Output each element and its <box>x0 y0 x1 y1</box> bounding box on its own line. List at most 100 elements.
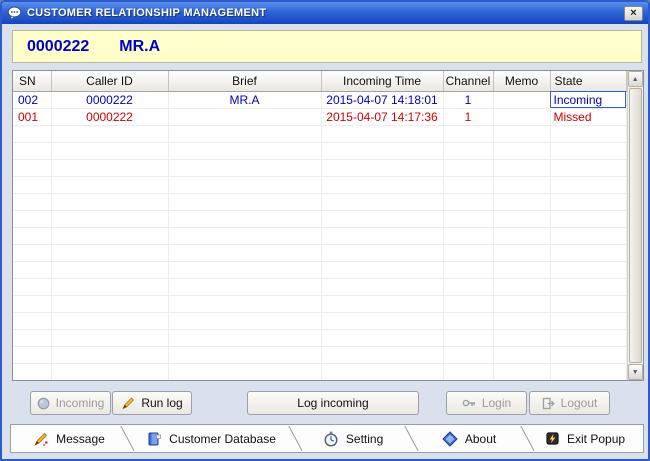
empty-cell <box>321 363 443 380</box>
empty-cell <box>321 159 443 176</box>
col-header-channel[interactable]: Channel <box>443 71 493 91</box>
empty-cell <box>321 329 443 346</box>
empty-cell <box>13 278 51 295</box>
empty-cell <box>443 210 493 227</box>
empty-row <box>13 227 626 244</box>
table-cell[interactable]: 2015-04-07 14:17:36 <box>321 108 443 125</box>
empty-cell <box>550 176 626 193</box>
run-log-button[interactable]: Run log <box>112 391 192 415</box>
empty-cell <box>493 261 550 278</box>
logout-button[interactable]: Logout <box>529 391 610 415</box>
tab-about[interactable]: About <box>411 425 527 452</box>
empty-cell <box>443 363 493 380</box>
empty-cell <box>493 159 550 176</box>
empty-cell <box>51 159 168 176</box>
phone-icon <box>37 397 50 410</box>
table-cell[interactable]: Incoming <box>550 91 626 108</box>
empty-cell <box>443 278 493 295</box>
table-cell[interactable] <box>493 91 550 108</box>
table-cell[interactable]: 2015-04-07 14:18:01 <box>321 91 443 108</box>
empty-cell <box>443 346 493 363</box>
window-title: CUSTOMER RELATIONSHIP MANAGEMENT <box>27 7 619 19</box>
table-cell[interactable]: 002 <box>13 91 51 108</box>
table-cell[interactable]: 001 <box>13 108 51 125</box>
tab-message[interactable]: Message <box>11 425 127 452</box>
empty-cell <box>51 193 168 210</box>
empty-cell <box>13 295 51 312</box>
table-header-row: SN Caller ID Brief Incoming Time Channel… <box>13 71 626 91</box>
empty-cell <box>493 312 550 329</box>
incoming-button-label: Incoming <box>56 396 105 410</box>
vertical-scrollbar[interactable]: ▲ ▼ <box>627 71 644 380</box>
empty-cell <box>443 159 493 176</box>
empty-cell <box>550 142 626 159</box>
empty-cell <box>51 363 168 380</box>
table-cell[interactable]: 1 <box>443 108 493 125</box>
tab-customer-database[interactable]: Customer Database <box>127 425 295 452</box>
empty-cell <box>443 329 493 346</box>
empty-cell <box>168 176 321 193</box>
empty-cell <box>443 312 493 329</box>
tab-setting[interactable]: Setting <box>295 425 411 452</box>
empty-row <box>13 193 626 210</box>
empty-cell <box>13 193 51 210</box>
empty-cell <box>493 210 550 227</box>
col-header-state[interactable]: State <box>550 71 626 91</box>
col-header-brief[interactable]: Brief <box>168 71 321 91</box>
col-header-memo[interactable]: Memo <box>493 71 550 91</box>
col-header-incoming-time[interactable]: Incoming Time <box>321 71 443 91</box>
empty-row <box>13 329 626 346</box>
table-cell[interactable]: 1 <box>443 91 493 108</box>
empty-cell <box>168 227 321 244</box>
empty-cell <box>168 210 321 227</box>
empty-cell <box>51 244 168 261</box>
empty-cell <box>13 159 51 176</box>
col-header-sn[interactable]: SN <box>13 71 51 91</box>
empty-cell <box>168 346 321 363</box>
empty-row <box>13 278 626 295</box>
table-cell[interactable] <box>168 108 321 125</box>
empty-cell <box>550 278 626 295</box>
empty-cell <box>51 329 168 346</box>
table-cell[interactable] <box>493 108 550 125</box>
empty-cell <box>13 125 51 142</box>
empty-cell <box>321 227 443 244</box>
login-button[interactable]: Login <box>446 391 527 415</box>
table-cell[interactable]: Missed <box>550 108 626 125</box>
incoming-button[interactable]: Incoming <box>30 391 111 415</box>
scrollbar-thumb[interactable] <box>629 88 643 363</box>
empty-row <box>13 159 626 176</box>
empty-cell <box>168 142 321 159</box>
empty-row <box>13 295 626 312</box>
col-header-caller-id[interactable]: Caller ID <box>51 71 168 91</box>
customer-database-icon <box>146 431 162 447</box>
empty-cell <box>550 329 626 346</box>
empty-cell <box>168 329 321 346</box>
exit-popup-icon <box>545 431 560 446</box>
empty-cell <box>13 312 51 329</box>
call-log-table: SN Caller ID Brief Incoming Time Channel… <box>12 70 644 381</box>
key-icon <box>462 397 476 409</box>
table-cell[interactable]: 0000222 <box>51 91 168 108</box>
bottom-tab-bar: Message Customer Database Setting About … <box>10 424 644 453</box>
caller-banner: 0000222 MR.A <box>12 30 642 63</box>
scroll-up-button[interactable]: ▲ <box>628 71 644 87</box>
scroll-down-button[interactable]: ▼ <box>628 364 644 380</box>
table-cell[interactable]: 0000222 <box>51 108 168 125</box>
table-row[interactable]: 0010000222 2015-04-07 14:17:361 Missed <box>13 108 626 125</box>
empty-cell <box>51 210 168 227</box>
tab-exit-popup[interactable]: Exit Popup <box>527 425 643 452</box>
table-row[interactable]: 0020000222MR.A2015-04-07 14:18:011 Incomi… <box>13 91 626 108</box>
empty-cell <box>51 227 168 244</box>
empty-cell <box>168 244 321 261</box>
empty-cell <box>168 261 321 278</box>
tab-exit-popup-label: Exit Popup <box>567 432 625 446</box>
table-cell[interactable]: MR.A <box>168 91 321 108</box>
log-incoming-button[interactable]: Log incoming <box>247 391 419 415</box>
empty-cell <box>550 312 626 329</box>
empty-cell <box>550 295 626 312</box>
close-button[interactable]: × <box>624 6 643 21</box>
tab-message-label: Message <box>56 432 105 446</box>
empty-cell <box>493 346 550 363</box>
title-bar: CUSTOMER RELATIONSHIP MANAGEMENT × <box>2 2 648 24</box>
